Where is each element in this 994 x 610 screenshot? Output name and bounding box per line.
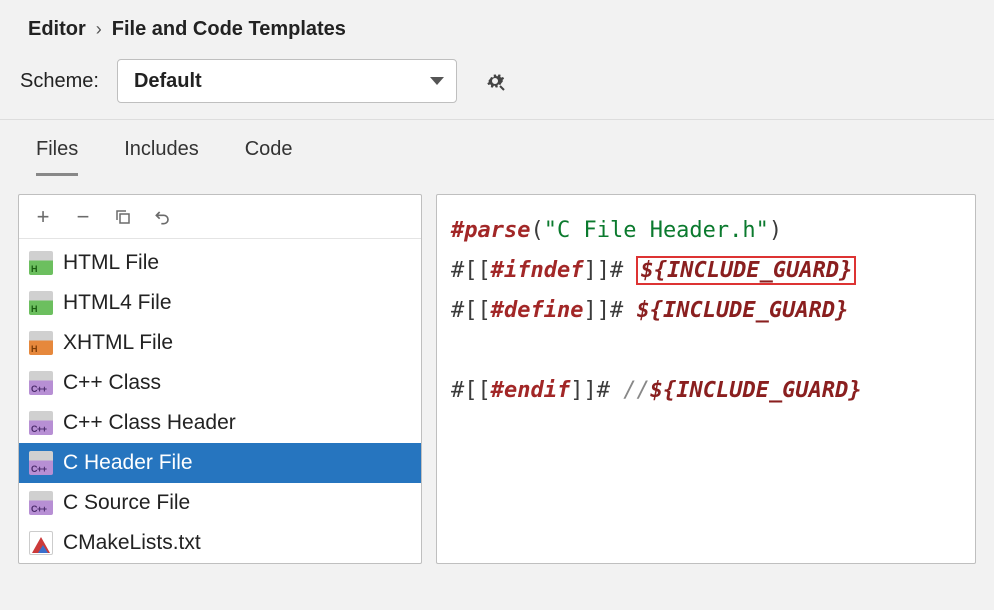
tree-item-label: HTML File xyxy=(63,251,159,275)
scheme-select[interactable]: Default xyxy=(117,59,457,103)
tree-item-xhtml-file[interactable]: H XHTML File xyxy=(19,323,421,363)
code-token: ) xyxy=(769,218,782,243)
tree-item-label: C Header File xyxy=(63,451,193,475)
scheme-row: Scheme: Default xyxy=(0,53,994,120)
tree-item-label: C++ Class xyxy=(63,371,161,395)
templates-panel: + − H HTML File H HTML4 File H XHTML Fil… xyxy=(18,194,422,564)
tree-item-cmakelists[interactable]: CMakeLists.txt xyxy=(19,523,421,563)
tree-item-label: C Source File xyxy=(63,491,190,515)
tree-item-label: C++ Class Header xyxy=(63,411,236,435)
code-token: ]]# xyxy=(583,258,623,283)
code-token: #parse xyxy=(451,218,530,243)
code-token: ${INCLUDE_GUARD} xyxy=(636,298,848,323)
code-token xyxy=(623,258,636,283)
tree-item-cpp-class[interactable]: C++ C++ Class xyxy=(19,363,421,403)
scheme-value: Default xyxy=(134,70,202,93)
code-token: #ifndef xyxy=(491,258,584,283)
chevron-right-icon: › xyxy=(96,19,102,40)
code-token: ]]# xyxy=(570,378,610,403)
file-icon: C++ xyxy=(29,411,53,435)
tab-files[interactable]: Files xyxy=(36,138,78,176)
breadcrumb: Editor › File and Code Templates xyxy=(0,0,994,53)
tree-item-html4-file[interactable]: H HTML4 File xyxy=(19,283,421,323)
tree-item-label: CMakeLists.txt xyxy=(63,531,201,555)
file-icon: C++ xyxy=(29,371,53,395)
code-token: // xyxy=(623,378,650,403)
tree-item-html-file[interactable]: H HTML File xyxy=(19,243,421,283)
add-button[interactable]: + xyxy=(31,205,55,229)
breadcrumb-root[interactable]: Editor xyxy=(28,18,86,41)
code-token xyxy=(623,298,636,323)
chevron-down-icon xyxy=(430,77,444,85)
code-token: #[[ xyxy=(451,378,491,403)
code-token: #define xyxy=(491,298,584,323)
code-token: #endif xyxy=(491,378,570,403)
code-token: ]]# xyxy=(583,298,623,323)
templates-tree[interactable]: H HTML File H HTML4 File H XHTML File C+… xyxy=(19,239,421,563)
file-icon: C++ xyxy=(29,451,53,475)
gear-icon[interactable] xyxy=(483,69,507,93)
tree-item-label: HTML4 File xyxy=(63,291,172,315)
tree-item-c-source-file[interactable]: C++ C Source File xyxy=(19,483,421,523)
file-icon: H xyxy=(29,251,53,275)
breadcrumb-current: File and Code Templates xyxy=(112,18,346,41)
undo-button[interactable] xyxy=(151,205,175,229)
code-token: "C File Header.h" xyxy=(544,218,769,243)
tree-item-label: XHTML File xyxy=(63,331,173,355)
tree-item-c-header-file[interactable]: C++ C Header File xyxy=(19,443,421,483)
code-token: ${INCLUDE_GUARD} xyxy=(650,378,862,403)
file-icon: H xyxy=(29,291,53,315)
split-pane: + − H HTML File H HTML4 File H XHTML Fil… xyxy=(0,176,994,574)
copy-button[interactable] xyxy=(111,205,135,229)
code-token xyxy=(610,378,623,403)
include-guard-highlight: ${INCLUDE_GUARD} xyxy=(636,256,856,285)
tree-item-cpp-class-header[interactable]: C++ C++ Class Header xyxy=(19,403,421,443)
file-icon xyxy=(29,531,53,555)
file-icon: C++ xyxy=(29,491,53,515)
tab-code[interactable]: Code xyxy=(245,138,293,176)
tabs: Files Includes Code xyxy=(0,120,994,176)
tab-includes[interactable]: Includes xyxy=(124,138,199,176)
scheme-label: Scheme: xyxy=(20,70,99,93)
remove-button[interactable]: − xyxy=(71,205,95,229)
code-token: #[[ xyxy=(451,298,491,323)
code-token: #[[ xyxy=(451,258,491,283)
file-icon: H xyxy=(29,331,53,355)
templates-toolbar: + − xyxy=(19,195,421,239)
code-token: ( xyxy=(530,218,543,243)
template-editor[interactable]: #parse("C File Header.h")#[[#ifndef]]# $… xyxy=(436,194,976,564)
